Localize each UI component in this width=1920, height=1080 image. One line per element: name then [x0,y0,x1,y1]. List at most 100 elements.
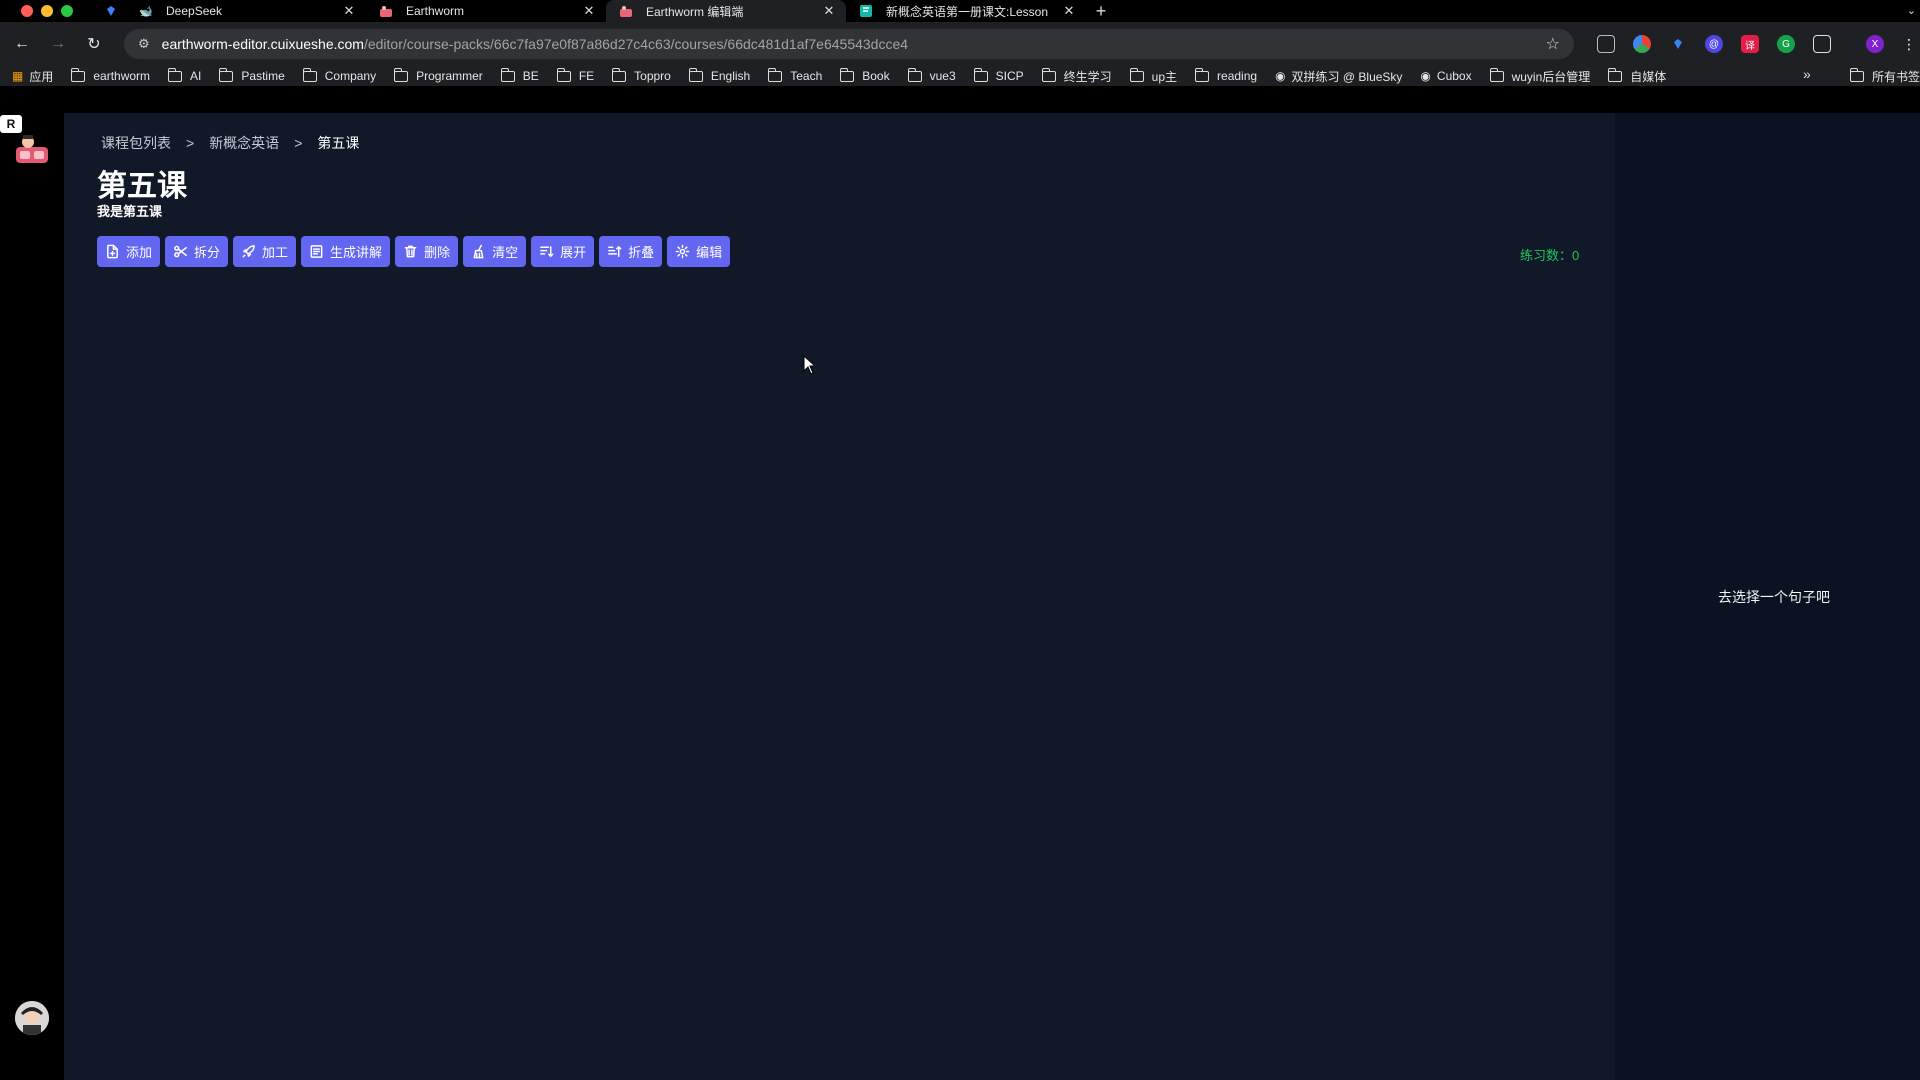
grammarly-icon[interactable]: G [1777,35,1795,53]
breadcrumb-separator: > [294,135,303,151]
earthworm-logo[interactable] [14,133,50,165]
back-button[interactable]: ← [8,30,36,58]
folder-icon [1489,67,1504,82]
bookmark-item[interactable]: wuyin后台管理 [1489,67,1590,85]
folder-icon [1041,67,1056,82]
browser-menu-icon[interactable]: ⋮ [1900,35,1918,53]
bookmark-item[interactable]: 自媒体 [1608,67,1667,85]
tab-earthworm-editor[interactable]: Earthworm 编辑端 ✕ [606,0,846,22]
bookmark-label: Teach [790,69,823,83]
process-button[interactable]: 加工 [233,236,297,267]
clear-button[interactable]: 清空 [463,236,527,267]
reload-button[interactable]: ↻ [80,30,108,58]
maximize-window-button[interactable] [61,5,73,17]
reload-icon: ↻ [87,36,101,53]
browser-tab-strip: 🐋 DeepSeek ✕ Earthworm ✕ Earthworm 编辑端 ✕… [0,0,1920,22]
bookmark-item[interactable]: English [688,67,751,83]
bookmarks-overflow-button[interactable]: » [1803,66,1811,82]
bookmark-label: Pastime [241,69,285,83]
bookmark-item[interactable]: reading [1195,67,1257,83]
bookmark-label: SICP [995,69,1024,83]
course-editor-main: 课程包列表 > 新概念英语 > 第五课 第五课 我是第五课 添加 拆分 加工 生 [64,113,1615,1080]
pinned-tab[interactable] [96,0,126,22]
generate-explanation-button[interactable]: 生成讲解 [301,236,391,267]
bookmark-label: 所有书签 [1872,70,1920,84]
extension-badge[interactable]: R [0,115,22,133]
expand-button[interactable]: 展开 [531,236,595,267]
close-tab-icon[interactable]: ✕ [342,3,356,19]
forward-button[interactable]: → [44,30,72,58]
bookmark-item[interactable]: Pastime [219,67,285,83]
bookmark-item[interactable]: earthworm [71,67,150,83]
tab-search-icon[interactable]: ⌄ [1907,4,1916,17]
site-icon: ◉ [1275,69,1286,83]
translate-extension-icon[interactable]: 译 [1741,35,1759,53]
arrow-right-icon: → [50,35,66,52]
extensions-puzzle-icon[interactable] [1813,35,1831,53]
bookmark-item[interactable]: ▦ 应用 [12,68,53,85]
tab-deepseek[interactable]: 🐋 DeepSeek ✕ [126,0,366,22]
bookmark-item[interactable]: Book [840,67,890,83]
bookmark-item[interactable]: AI [168,67,201,83]
tab-earthworm[interactable]: Earthworm ✕ [366,0,606,22]
breadcrumb-course-pack[interactable]: 新概念英语 [209,133,279,153]
close-tab-icon[interactable]: ✕ [582,3,596,19]
bookmark-item[interactable]: ◉ Cubox [1420,69,1471,83]
delete-button[interactable]: 删除 [395,236,459,267]
bookmark-label: Company [324,69,377,83]
bookmarks-bar: ▦ 应用 earthworm AI Pastime Company Programmer BE… [0,66,1920,86]
color-extension-icon[interactable] [1633,35,1651,53]
bookmark-item[interactable]: up主 [1129,67,1177,85]
folder-icon [302,67,317,82]
arrow-left-icon: ← [14,35,30,52]
bookmark-star-icon[interactable]: ☆ [1546,34,1560,54]
all-bookmarks-button[interactable]: 所有书签 [1850,68,1920,85]
add-button[interactable]: 添加 [97,236,161,267]
folder-icon [768,67,783,82]
bookmark-item[interactable]: Toppro [612,67,671,83]
sort-down-icon [540,246,554,257]
bookmark-label: vue3 [929,69,956,83]
split-button[interactable]: 拆分 [165,236,229,267]
folder-icon [907,67,922,82]
tab-nce-lesson[interactable]: 新概念英语第一册课文:Lesson ✕ [846,0,1086,22]
minimize-window-button[interactable] [41,5,53,17]
profile-avatar[interactable]: X [1866,35,1884,53]
bookmark-item[interactable]: Programmer [394,67,483,83]
action-toolbar: 添加 拆分 加工 生成讲解 删除 清空 展开 折叠 编辑 [97,236,731,267]
user-avatar[interactable] [15,1001,49,1035]
collapse-button[interactable]: 折叠 [599,236,663,267]
folder-icon [1195,67,1210,82]
bookmark-label: Cubox [1436,69,1472,83]
folder-icon [612,67,627,82]
close-tab-icon[interactable]: ✕ [1062,3,1076,19]
folder-icon [394,67,409,82]
bookmark-label: Toppro [634,69,671,83]
close-window-button[interactable] [21,5,33,17]
bookmark-label: English [710,69,751,83]
edit-button[interactable]: 编辑 [667,236,731,267]
file-plus-icon [107,244,118,259]
course-description: 我是第五课 [97,204,163,219]
bookmark-label: 应用 [29,69,54,84]
bookmark-item[interactable]: ◉ 双拼练习 @ BlueSky [1275,68,1402,85]
bookmark-item[interactable]: vue3 [907,67,956,83]
gem-extension-icon[interactable] [1669,35,1687,53]
bookmark-item[interactable]: SICP [973,67,1024,83]
bookmark-item[interactable]: Teach [768,67,823,83]
bookmark-item[interactable]: BE [500,67,539,83]
breadcrumb-course-packs[interactable]: 课程包列表 [101,133,171,153]
site-info-icon[interactable]: ⚙ [138,36,150,52]
address-bar[interactable]: ⚙ earthworm-editor.cuixueshe.com/editor/… [124,29,1574,59]
reader-icon[interactable] [1597,35,1615,53]
bookmark-item[interactable]: FE [556,67,594,83]
bookmark-label: BE [522,69,539,83]
bookmark-item[interactable]: 终生学习 [1041,67,1112,85]
close-tab-icon[interactable]: ✕ [822,3,836,19]
at-extension-icon[interactable]: @ [1705,35,1723,53]
earthworm-icon [378,3,394,19]
bookmark-item[interactable]: Company [302,67,377,83]
new-tab-button[interactable]: + [1086,1,1116,22]
deepseek-icon: 🐋 [139,5,153,18]
bookmark-label: 自媒体 [1630,69,1667,84]
